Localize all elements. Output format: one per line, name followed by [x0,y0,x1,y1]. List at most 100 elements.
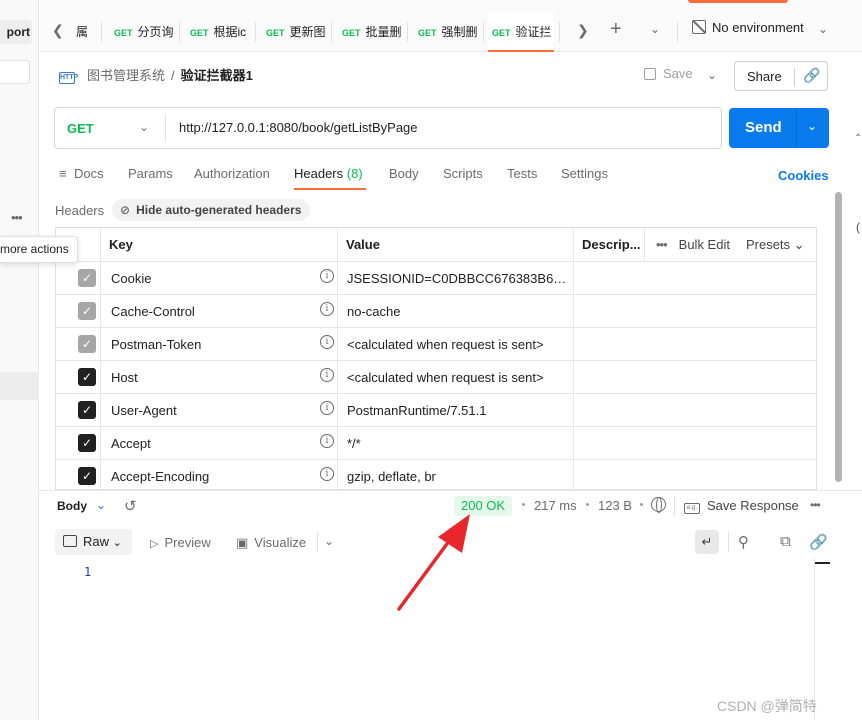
response-time[interactable]: 217 ms [534,498,577,513]
response-size[interactable]: 123 B [598,498,632,513]
breadcrumb-separator: / [171,68,175,83]
presets-dropdown[interactable]: Presets ⌄ [746,237,805,252]
request-tab[interactable]: GET 批量删 [338,12,402,52]
row-checkbox[interactable]: ✓ [78,269,96,287]
chevron-down-icon[interactable]: ⌄ [139,120,149,134]
tab-divider [407,22,408,42]
request-tab[interactable]: 属 [72,12,96,52]
request-title[interactable]: 验证拦截器1 [181,68,253,83]
chevron-right-icon[interactable]: ❯ [577,22,589,39]
environment-selector[interactable]: No environment [692,20,804,35]
row-checkbox[interactable]: ✓ [78,467,96,485]
header-value[interactable]: no-cache [347,304,400,319]
row-checkbox[interactable]: ✓ [78,335,96,353]
visualize-label: Visualize [254,535,307,550]
row-checkbox[interactable]: ✓ [78,401,96,419]
header-value[interactable]: PostmanRuntime/7.51.1 [347,403,486,418]
share-button[interactable]: Share [747,69,782,84]
editor-scroll-thumb[interactable] [815,562,830,564]
breadcrumb-collection[interactable]: 图书管理系统 [87,68,165,83]
tab-settings[interactable]: Settings [561,166,608,181]
chevron-down-icon[interactable]: ⌄ [707,68,717,82]
info-icon[interactable]: i [320,302,334,316]
request-tabs: ≡ Docs Params Authorization Headers (8) B… [54,162,834,190]
more-options-icon[interactable]: ••• [656,237,668,252]
scrollbar[interactable] [835,192,842,482]
header-value[interactable]: JSESSIONID=C0DBBCC676383B668... [347,271,572,286]
history-icon[interactable]: ↺ [124,497,137,515]
chevron-down-icon[interactable]: ⌄ [807,119,817,133]
header-key[interactable]: User-Agent [111,403,177,418]
save-response-button[interactable]: e.g. Save Response [684,498,799,514]
import-button[interactable]: port [0,20,32,44]
tab-authorization[interactable]: Authorization [194,166,270,181]
info-icon[interactable]: i [320,368,334,382]
raw-view-button[interactable]: Raw ⌄ [55,529,132,555]
header-value[interactable]: <calculated when request is sent> [347,370,544,385]
url-input[interactable]: http://127.0.0.1:8080/book/getListByPage [179,120,418,135]
chevron-down-icon[interactable]: ⌄ [96,498,106,512]
visualize-button[interactable]: ▣ Visualize [236,535,306,551]
pane-divider[interactable] [39,490,862,491]
wrap-lines-icon[interactable]: ↵ [695,530,719,554]
link-icon[interactable]: 🔗 [809,533,828,551]
header-key[interactable]: Host [111,370,138,385]
request-tab[interactable]: GET 强制删 [414,12,478,52]
raw-label: Raw [83,534,110,549]
header-value[interactable]: <calculated when request is sent> [347,337,544,352]
tab-params[interactable]: Params [128,166,173,181]
divider [317,532,318,552]
header-value[interactable]: */* [347,436,361,451]
more-options-icon[interactable]: ••• [810,498,821,512]
search-icon[interactable]: ⚲ [738,533,749,551]
tab-body[interactable]: Body [389,166,419,181]
request-tab-active[interactable]: GET 验证拦 [488,12,554,52]
tab-docs[interactable]: ≡ Docs [59,166,104,181]
chevron-down-icon[interactable]: ⌄ [818,22,828,36]
info-icon[interactable]: i [320,467,334,481]
link-icon[interactable]: 🔗 [803,67,820,84]
info-icon[interactable]: i [320,401,334,415]
cookies-link[interactable]: Cookies [778,168,829,183]
chevron-left-icon[interactable]: ❮ [52,22,64,39]
response-body-label[interactable]: Body [57,499,87,513]
plus-icon[interactable]: + [610,18,622,41]
save-button[interactable]: Save [644,66,693,81]
header-key[interactable]: Cookie [111,271,151,286]
chevron-down-icon[interactable]: ⌄ [650,22,660,36]
tab-divider [677,22,678,42]
request-tab[interactable]: GET 更新图 [262,12,326,52]
divider [794,68,795,86]
header-key[interactable]: Accept [111,436,151,451]
info-icon[interactable]: i [320,269,334,283]
row-checkbox[interactable]: ✓ [78,302,96,320]
tab-scripts[interactable]: Scripts [443,166,483,181]
bulk-edit-button[interactable]: Bulk Edit [679,237,730,252]
sidebar-search-input[interactable] [0,60,30,84]
copy-icon[interactable]: ⧉ [780,533,791,550]
request-tab[interactable]: GET 分页询 [110,12,174,52]
info-icon[interactable]: i [320,335,334,349]
tab-tests[interactable]: Tests [507,166,537,181]
header-key[interactable]: Accept-Encoding [111,469,209,484]
preview-button[interactable]: ▷ Preview [150,535,211,550]
method-select[interactable]: GET [67,121,94,136]
row-checkbox[interactable]: ✓ [78,434,96,452]
send-button[interactable]: Send [745,119,782,136]
row-checkbox[interactable]: ✓ [78,368,96,386]
header-key[interactable]: Cache-Control [111,304,195,319]
info-icon[interactable]: i [320,434,334,448]
request-tab[interactable]: GET 根据ic [186,12,250,52]
tab-headers[interactable]: Headers (8) [294,166,363,181]
sidebar-selected-item[interactable] [0,372,39,400]
header-value[interactable]: gzip, deflate, br [347,469,436,484]
hide-auto-headers-button[interactable]: ⊘ Hide auto-generated headers [112,199,311,221]
chevron-down-icon[interactable]: ⌄ [324,534,334,548]
globe-icon[interactable] [651,497,666,513]
more-actions-icon[interactable]: ••• [11,210,23,225]
tab-method: GET [190,28,209,38]
header-key[interactable]: Postman-Token [111,337,201,352]
http-icon: HTTP [59,72,78,84]
status-badge[interactable]: 200 OK [454,496,513,516]
table-row: ✓ Cookie i JSESSIONID=C0DBBCC676383B668.… [56,261,816,294]
